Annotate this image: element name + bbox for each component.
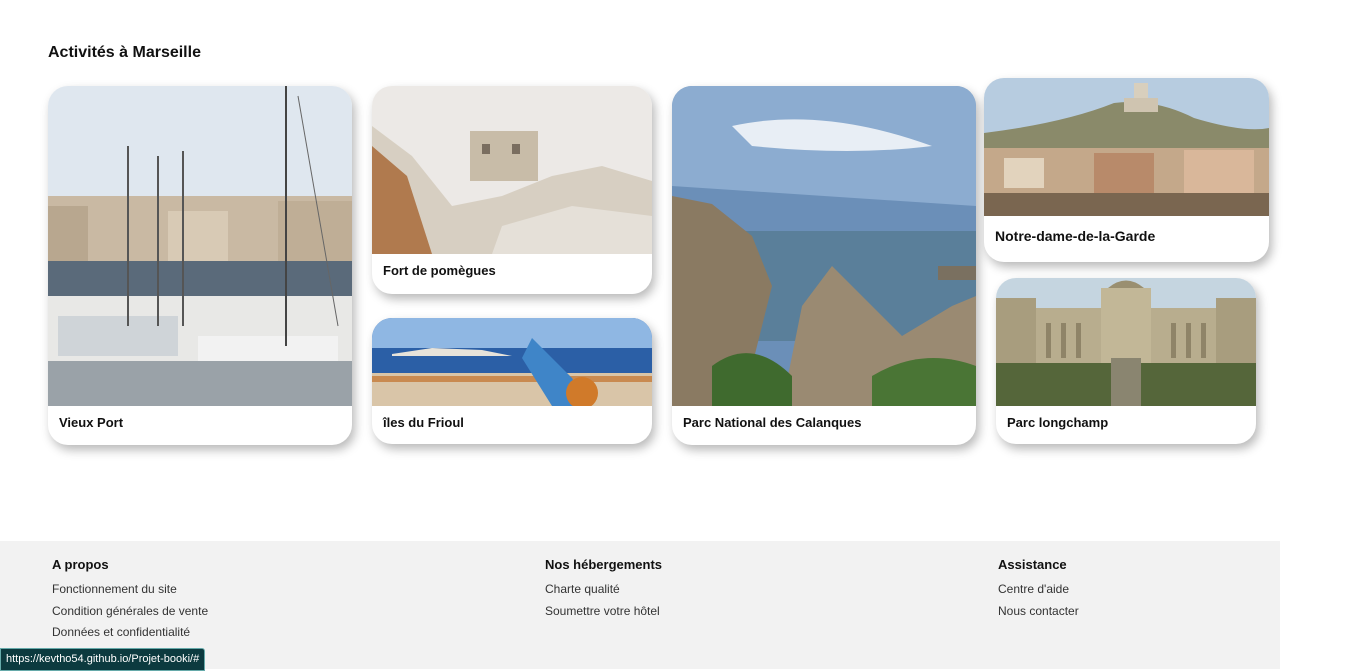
status-bar-url: https://kevtho54.github.io/Projet-booki/… [0,648,206,671]
card-label: Notre-dame-de-la-Garde [995,228,1156,244]
footer-column-title: A propos [52,557,109,572]
iles-du-frioul-photo [372,318,652,406]
footer-link[interactable]: Fonctionnement du site [52,582,208,596]
parc-longchamp-photo [996,278,1256,406]
footer-link[interactable]: Nous contacter [998,604,1079,618]
card-label: Vieux Port [59,415,124,430]
footer-link[interactable]: Données et confidentialité [52,625,208,639]
footer-column-title: Nos hébergements [545,557,663,572]
activity-card-parc-longchamp[interactable]: Parc longchamp [996,278,1256,444]
card-label: îles du Frioul [383,415,464,430]
footer-column-a-propos: A propos Fonctionnement du site Conditio… [52,557,208,647]
activity-card-notre-dame-de-la-garde[interactable]: Notre-dame-de-la-Garde [984,78,1269,262]
card-label: Parc longchamp [1007,415,1109,430]
footer-column-assistance: Assistance Centre d'aide Nous contacter [998,557,1079,625]
card-label: Fort de pomègues [383,263,496,278]
vieux-port-photo [48,86,352,406]
activity-card-fort-de-pomegues[interactable]: Fort de pomègues [372,86,652,294]
footer-link[interactable]: Soumettre votre hôtel [545,604,662,618]
calanques-photo [672,86,976,406]
activity-card-vieux-port[interactable]: Vieux Port [48,86,352,445]
footer-link[interactable]: Charte qualité [545,582,662,596]
footer-column-title: Assistance [998,557,1067,572]
footer-link[interactable]: Condition générales de vente [52,604,208,618]
card-label: Parc National des Calanques [683,415,862,430]
section-title: Activités à Marseille [48,44,201,61]
activity-card-iles-du-frioul[interactable]: îles du Frioul [372,318,652,444]
footer-column-nos-hebergements: Nos hébergements Charte qualité Soumettr… [545,557,662,625]
footer-link[interactable]: Centre d'aide [998,582,1079,596]
fort-de-pomegues-photo [372,86,652,254]
activity-card-parc-national-des-calanques[interactable]: Parc National des Calanques [672,86,976,445]
notre-dame-photo [984,78,1269,216]
